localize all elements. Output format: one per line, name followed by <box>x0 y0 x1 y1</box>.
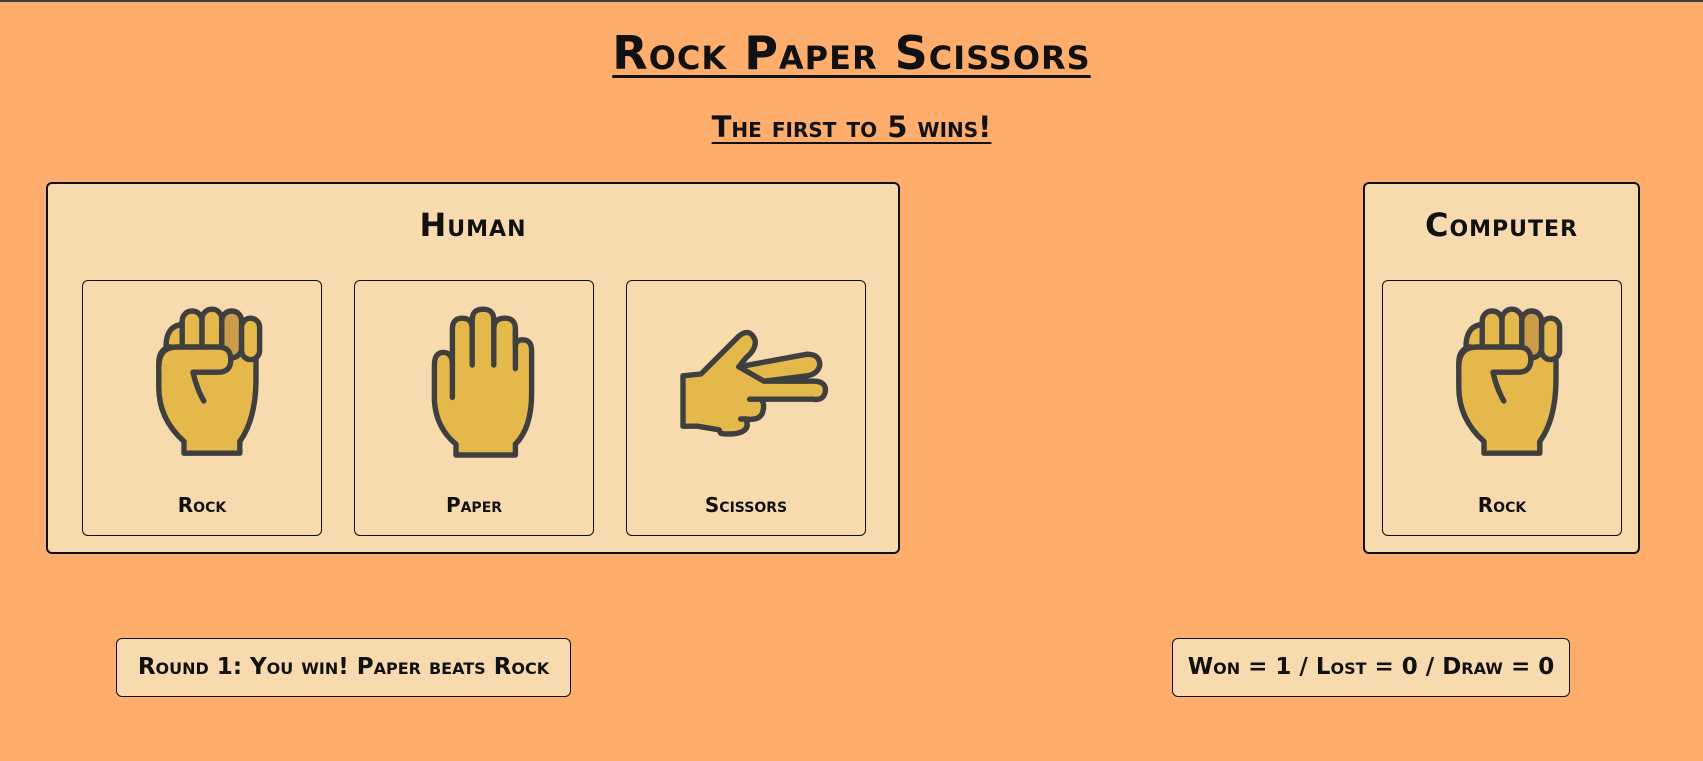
two-fingers-icon <box>680 329 829 437</box>
computer-choice-card: Rock <box>1382 280 1622 536</box>
page-subtitle: The first to 5 wins! <box>711 110 992 144</box>
paper-label: Paper <box>445 493 503 517</box>
score-summary: Won = 1 / Lost = 0 / Draw = 0 <box>1172 638 1570 697</box>
fist-icon <box>156 306 263 456</box>
paper-button[interactable]: Paper <box>354 280 594 536</box>
scissors-button[interactable]: Scissors <box>626 280 866 536</box>
human-panel: Human Rock Paper Scissors <box>46 182 900 554</box>
human-panel-title: Human <box>419 206 527 244</box>
rock-label: Rock <box>177 493 227 517</box>
rock-button[interactable]: Rock <box>82 280 322 536</box>
computer-choice-label: Rock <box>1477 493 1527 517</box>
round-result-message: Round 1: You win! Paper beats Rock <box>116 638 571 697</box>
scissors-label: Scissors <box>704 493 788 517</box>
page-title: Rock Paper Scissors <box>612 26 1091 80</box>
fist-icon <box>1456 306 1563 456</box>
computer-panel: Computer Rock <box>1363 182 1640 554</box>
open-hand-icon <box>431 306 535 458</box>
computer-panel-title: Computer <box>1424 206 1579 244</box>
